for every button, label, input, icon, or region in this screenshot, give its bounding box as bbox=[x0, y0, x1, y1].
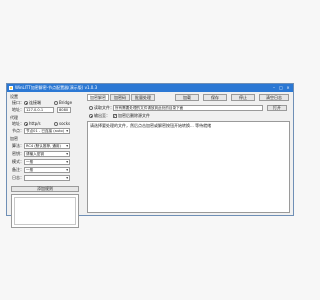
note-label: 备注： bbox=[12, 167, 24, 172]
port-option-connector: 连接端 bbox=[29, 100, 41, 105]
node-select[interactable]: 节点01 - 已连接 (auto) ▾ bbox=[24, 128, 70, 134]
field-row-key: 密钥： 请输入密钥 ▾ bbox=[12, 151, 82, 157]
node-label: 节点： bbox=[12, 128, 24, 133]
port-radio-bridge[interactable] bbox=[54, 101, 58, 105]
read-file-radio[interactable] bbox=[89, 106, 93, 110]
proxy-group-label: 代理 bbox=[10, 115, 18, 120]
chevron-down-icon: ▾ bbox=[66, 160, 68, 164]
algorithm-select[interactable]: RC4 (默认推荐, 通用) ▾ bbox=[24, 143, 70, 149]
mode-select[interactable]: 一般 ▾ bbox=[24, 159, 70, 165]
save-button[interactable]: 保存 bbox=[203, 94, 227, 101]
output-row: 输出至： 加密后删除源文件 bbox=[89, 113, 289, 119]
read-file-path-input[interactable]: 所有需要处理的文件请放到此处的目录下面 bbox=[113, 105, 263, 111]
tab-encrypt-decrypt[interactable]: 加密解密 bbox=[87, 94, 109, 101]
mode-select-value: 一般 bbox=[26, 160, 34, 164]
rules-list[interactable] bbox=[11, 194, 79, 228]
port-radio-connector[interactable] bbox=[24, 101, 28, 105]
note-select-value: 一般 bbox=[26, 168, 34, 172]
tab-cipher[interactable]: 加密码 bbox=[110, 94, 130, 101]
load-button[interactable]: 加载 bbox=[175, 94, 199, 101]
address-port-input[interactable]: 8080 bbox=[57, 107, 71, 113]
field-row-log: 日志： ▾ bbox=[12, 175, 82, 181]
mode-label: 模式： bbox=[12, 159, 24, 164]
output-log[interactable]: 请选择要处理的文件，然后点击加密或解密按钮开始转换... 等待就绪 bbox=[87, 121, 290, 213]
field-row-algorithm: 算法： RC4 (默认推荐, 通用) ▾ bbox=[12, 143, 82, 149]
title-bar[interactable]: WinLITT加密解密-节点配置器(演示版) v1.0.3 – □ × bbox=[7, 84, 293, 92]
window-title: WinLITT加密解密-节点配置器(演示版) v1.0.3 bbox=[15, 85, 98, 90]
read-file-row: 读取文件： 所有需要处理的文件请放到此处的目录下面 打开 bbox=[89, 105, 289, 111]
log-label: 日志： bbox=[12, 175, 24, 180]
proxy-label: 地址： bbox=[12, 121, 24, 126]
close-button[interactable]: × bbox=[285, 85, 291, 91]
note-select[interactable]: 一般 ▾ bbox=[24, 167, 70, 173]
node-row: 节点： 节点01 - 已连接 (auto) ▾ bbox=[12, 128, 82, 134]
proxy-radio-http[interactable] bbox=[24, 122, 28, 126]
app-icon bbox=[9, 86, 13, 90]
minimize-button[interactable]: – bbox=[271, 85, 277, 91]
log-select[interactable]: ▾ bbox=[24, 175, 70, 181]
maximize-button[interactable]: □ bbox=[278, 85, 284, 91]
window-controls: – □ × bbox=[270, 85, 291, 91]
field-row-mode: 模式： 一般 ▾ bbox=[12, 159, 82, 165]
address-input[interactable]: 127.0.0.1 bbox=[24, 107, 54, 113]
address-label: 地址： bbox=[12, 107, 24, 112]
proxy-radio-socks[interactable] bbox=[54, 122, 58, 126]
app-window: WinLITT加密解密-节点配置器(演示版) v1.0.3 – □ × 设置 接口：… bbox=[6, 83, 294, 228]
proxy-option-http: http/s bbox=[29, 121, 41, 126]
chevron-down-icon: ▾ bbox=[66, 176, 68, 180]
rules-list-inner bbox=[14, 197, 76, 225]
encrypt-group-label: 加密 bbox=[10, 136, 18, 141]
output-radio[interactable] bbox=[89, 114, 93, 118]
field-row-note: 备注： 一般 ▾ bbox=[12, 167, 82, 173]
key-label: 密钥： bbox=[12, 151, 24, 156]
port-row: 接口： 连接端 Bridge bbox=[12, 100, 82, 106]
right-panel: 加密解密 加密码 批量处理 加载 保存 停止 清空日志 读取文件： 所有需要处理… bbox=[85, 93, 292, 215]
algorithm-select-value: RC4 (默认推荐, 通用) bbox=[26, 144, 61, 148]
stop-button[interactable]: 停止 bbox=[231, 94, 255, 101]
read-file-label: 读取文件： bbox=[94, 105, 114, 110]
chevron-down-icon: ▾ bbox=[66, 129, 68, 133]
delete-source-checkbox[interactable] bbox=[113, 114, 117, 118]
settings-group-label: 设置 bbox=[10, 94, 18, 99]
port-option-bridge: Bridge bbox=[59, 100, 73, 105]
output-log-line: 请选择要处理的文件，然后点击加密或解密按钮开始转换... 等待就绪 bbox=[90, 123, 212, 128]
port-label: 接口： bbox=[12, 100, 24, 105]
add-rule-button[interactable]: 添加规则 bbox=[11, 186, 79, 192]
tab-bar: 加密解密 加密码 批量处理 加载 保存 停止 清空日志 bbox=[85, 93, 292, 101]
chevron-down-icon: ▾ bbox=[66, 144, 68, 148]
tab-batch[interactable]: 批量处理 bbox=[131, 94, 155, 101]
delete-source-label: 加密后删除源文件 bbox=[118, 113, 150, 118]
open-button[interactable]: 打开 bbox=[267, 105, 287, 111]
key-select-value: 请输入密钥 bbox=[26, 152, 44, 156]
key-select[interactable]: 请输入密钥 ▾ bbox=[24, 151, 70, 157]
left-panel: 设置 接口： 连接端 Bridge 地址： 127.0.0.1 8080 代理 … bbox=[8, 93, 83, 228]
proxy-row: 地址： http/s socks bbox=[12, 121, 82, 127]
chevron-down-icon: ▾ bbox=[66, 152, 68, 156]
node-select-value: 节点01 - 已连接 (auto) bbox=[26, 129, 65, 133]
output-label: 输出至： bbox=[94, 113, 110, 118]
algorithm-label: 算法： bbox=[12, 143, 24, 148]
clear-log-button[interactable]: 清空日志 bbox=[259, 94, 289, 101]
proxy-option-socks: socks bbox=[59, 121, 71, 126]
chevron-down-icon: ▾ bbox=[66, 168, 68, 172]
address-row: 地址： 127.0.0.1 8080 bbox=[12, 107, 82, 113]
